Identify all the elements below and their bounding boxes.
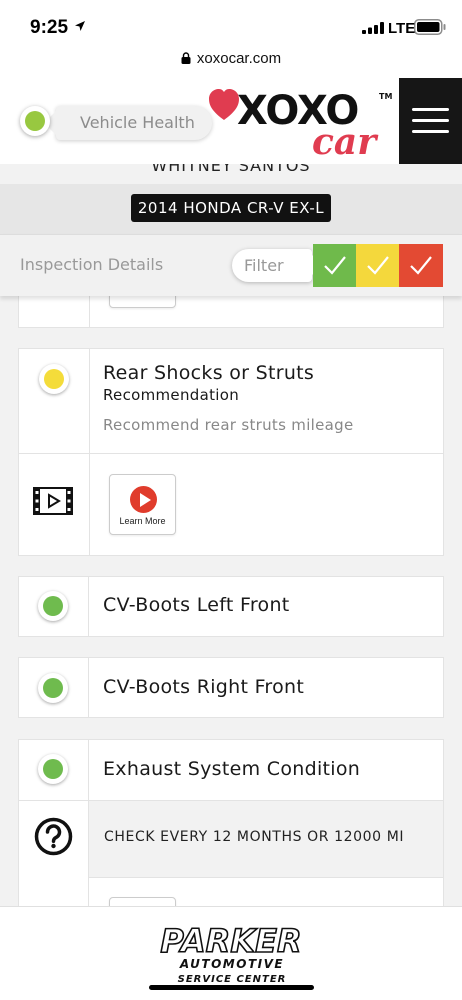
home-indicator[interactable] <box>149 985 314 990</box>
parker-automotive-logo: PARKER AUTOMOTIVE SERVICE CENTER <box>160 921 302 985</box>
check-icon <box>367 256 389 275</box>
battery-icon <box>414 19 446 35</box>
signal-icon <box>362 22 384 34</box>
help-question-icon[interactable] <box>34 817 73 856</box>
lock-icon <box>181 52 191 64</box>
owner-name: WHITNEY SANTOS <box>151 164 311 175</box>
network-type: LTE <box>388 20 416 37</box>
inspection-title: Inspection Details <box>20 255 164 274</box>
check-icon <box>410 256 432 275</box>
filter-red-button[interactable] <box>399 244 443 287</box>
check-icon <box>324 256 346 275</box>
column-divider <box>89 349 90 555</box>
learn-more-label: Learn More <box>119 516 166 526</box>
row-divider <box>19 800 89 801</box>
owner-band: WHITNEY SANTOS <box>0 164 462 184</box>
item-title: Exhaust System Condition <box>103 758 361 780</box>
logo-tm: TM <box>379 92 392 101</box>
play-icon <box>130 486 157 513</box>
status-time: 9:25 <box>30 17 69 38</box>
filter-yellow-button[interactable] <box>356 244 400 287</box>
learn-more-video-button[interactable]: Learn More <box>109 474 176 535</box>
status-indicator-green <box>38 754 68 784</box>
url-bar[interactable]: xoxocar.com <box>0 46 462 78</box>
xoxo-car-logo[interactable]: XOXO TM car <box>208 84 394 160</box>
filter-label: Filter <box>244 256 284 275</box>
column-divider <box>88 800 89 919</box>
video-film-icon <box>33 487 73 515</box>
logo-parker: PARKER <box>160 922 301 960</box>
column-divider <box>88 740 89 800</box>
item-title: CV-Boots Right Front <box>103 676 305 698</box>
status-indicator-green <box>38 591 68 621</box>
status-indicator-green <box>38 673 68 703</box>
location-arrow-icon <box>75 21 85 31</box>
vehicle-health-indicator[interactable] <box>20 106 50 136</box>
filter-green-button[interactable] <box>313 244 357 287</box>
help-text: CHECK EVERY 12 MONTHS OR 12000 MI <box>104 829 405 845</box>
logo-car: car <box>312 121 379 160</box>
item-title: CV-Boots Left Front <box>103 594 290 616</box>
heart-icon <box>209 89 239 120</box>
url-display[interactable]: xoxocar.com <box>0 50 462 67</box>
item-subtitle: Recommendation <box>103 386 240 404</box>
hamburger-menu-button[interactable] <box>399 78 462 164</box>
logo-automotive: AUTOMOTIVE <box>179 957 284 971</box>
item-title: Rear Shocks or Struts <box>103 362 315 384</box>
url-text: xoxocar.com <box>196 50 282 67</box>
status-indicator-yellow <box>39 364 69 394</box>
vehicle-health-label: Vehicle Health <box>80 113 195 132</box>
logo-service-center: SERVICE CENTER <box>178 974 287 985</box>
status-bar: 9:25 LTE <box>0 0 462 46</box>
column-divider <box>88 658 89 717</box>
item-note: Recommend rear struts mileage <box>103 416 354 434</box>
vehicle-label: 2014 HONDA CR-V EX-L <box>131 194 331 222</box>
column-divider <box>88 577 89 636</box>
row-divider <box>19 453 443 454</box>
